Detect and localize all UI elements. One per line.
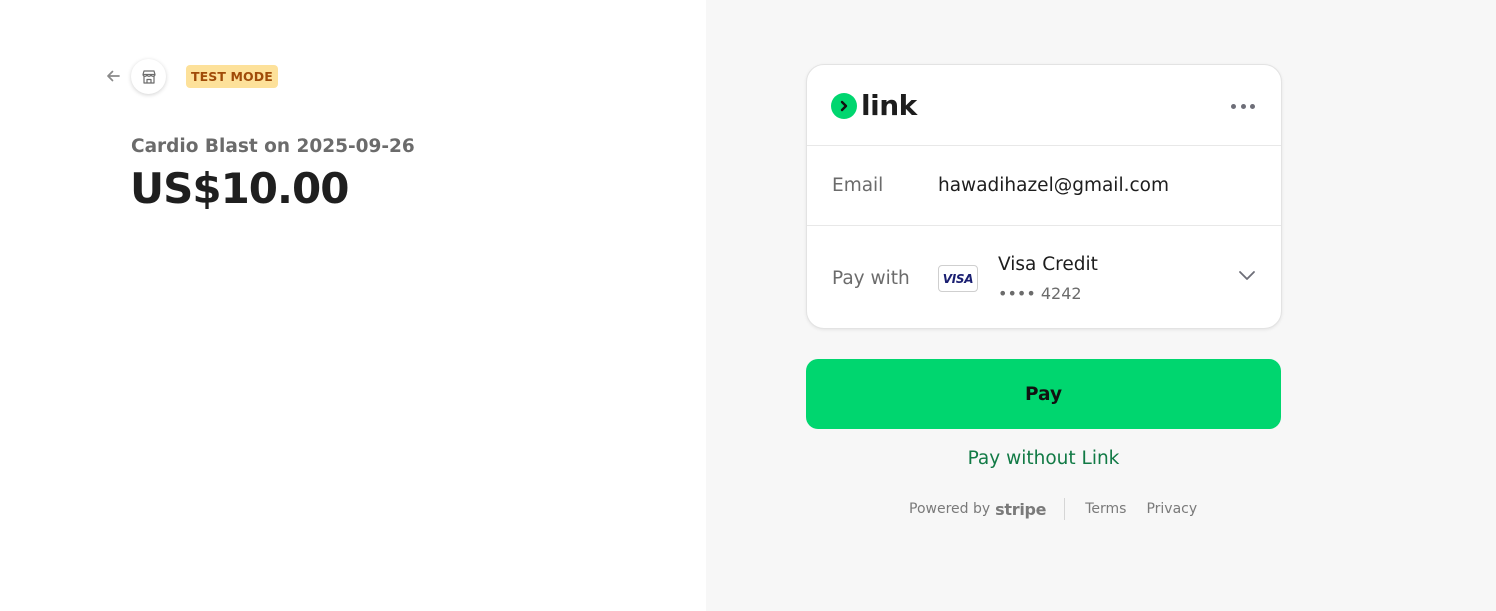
link-logo: link xyxy=(831,89,917,122)
card-name: Visa Credit xyxy=(998,254,1098,275)
total-amount: US$10.00 xyxy=(130,164,349,213)
email-label: Email xyxy=(832,175,884,196)
link-payment-card: link Email hawadihazel@gmail.com Pay wit… xyxy=(806,64,1282,329)
storefront-icon xyxy=(141,69,156,84)
payment-panel: link Email hawadihazel@gmail.com Pay wit… xyxy=(706,0,1496,611)
order-summary-panel: TEST MODE Cardio Blast on 2025-09-26 US$… xyxy=(0,0,706,611)
email-value: hawadihazel@gmail.com xyxy=(938,175,1169,196)
privacy-link[interactable]: Privacy xyxy=(1146,501,1197,517)
pay-with-label: Pay with xyxy=(832,268,910,289)
link-chevron-icon xyxy=(831,93,857,119)
email-row: Email hawadihazel@gmail.com xyxy=(807,146,1281,226)
link-wordmark: link xyxy=(861,89,917,122)
checkout-page: TEST MODE Cardio Blast on 2025-09-26 US$… xyxy=(0,0,1496,611)
payment-method-selector[interactable]: Pay with VISA Visa Credit •••• 4242 xyxy=(807,226,1281,328)
back-button[interactable] xyxy=(101,64,125,88)
footer: Powered by stripe Terms Privacy xyxy=(909,497,1197,521)
footer-divider xyxy=(1064,498,1066,520)
store-logo xyxy=(131,59,166,94)
pay-button[interactable]: Pay xyxy=(806,359,1281,429)
stripe-logo[interactable]: stripe xyxy=(995,500,1046,519)
visa-icon: VISA xyxy=(938,265,978,292)
test-mode-badge: TEST MODE xyxy=(186,65,278,88)
product-name: Cardio Blast on 2025-09-26 xyxy=(131,136,415,157)
powered-by-text: Powered by xyxy=(909,501,991,517)
arrow-left-icon xyxy=(107,70,120,82)
terms-link[interactable]: Terms xyxy=(1085,501,1126,517)
card-last4: •••• 4242 xyxy=(998,284,1082,303)
more-dots-icon[interactable] xyxy=(1231,99,1255,113)
chevron-down-icon xyxy=(1239,271,1255,280)
link-card-header: link xyxy=(807,65,1281,146)
pay-without-link-button[interactable]: Pay without Link xyxy=(806,448,1281,469)
